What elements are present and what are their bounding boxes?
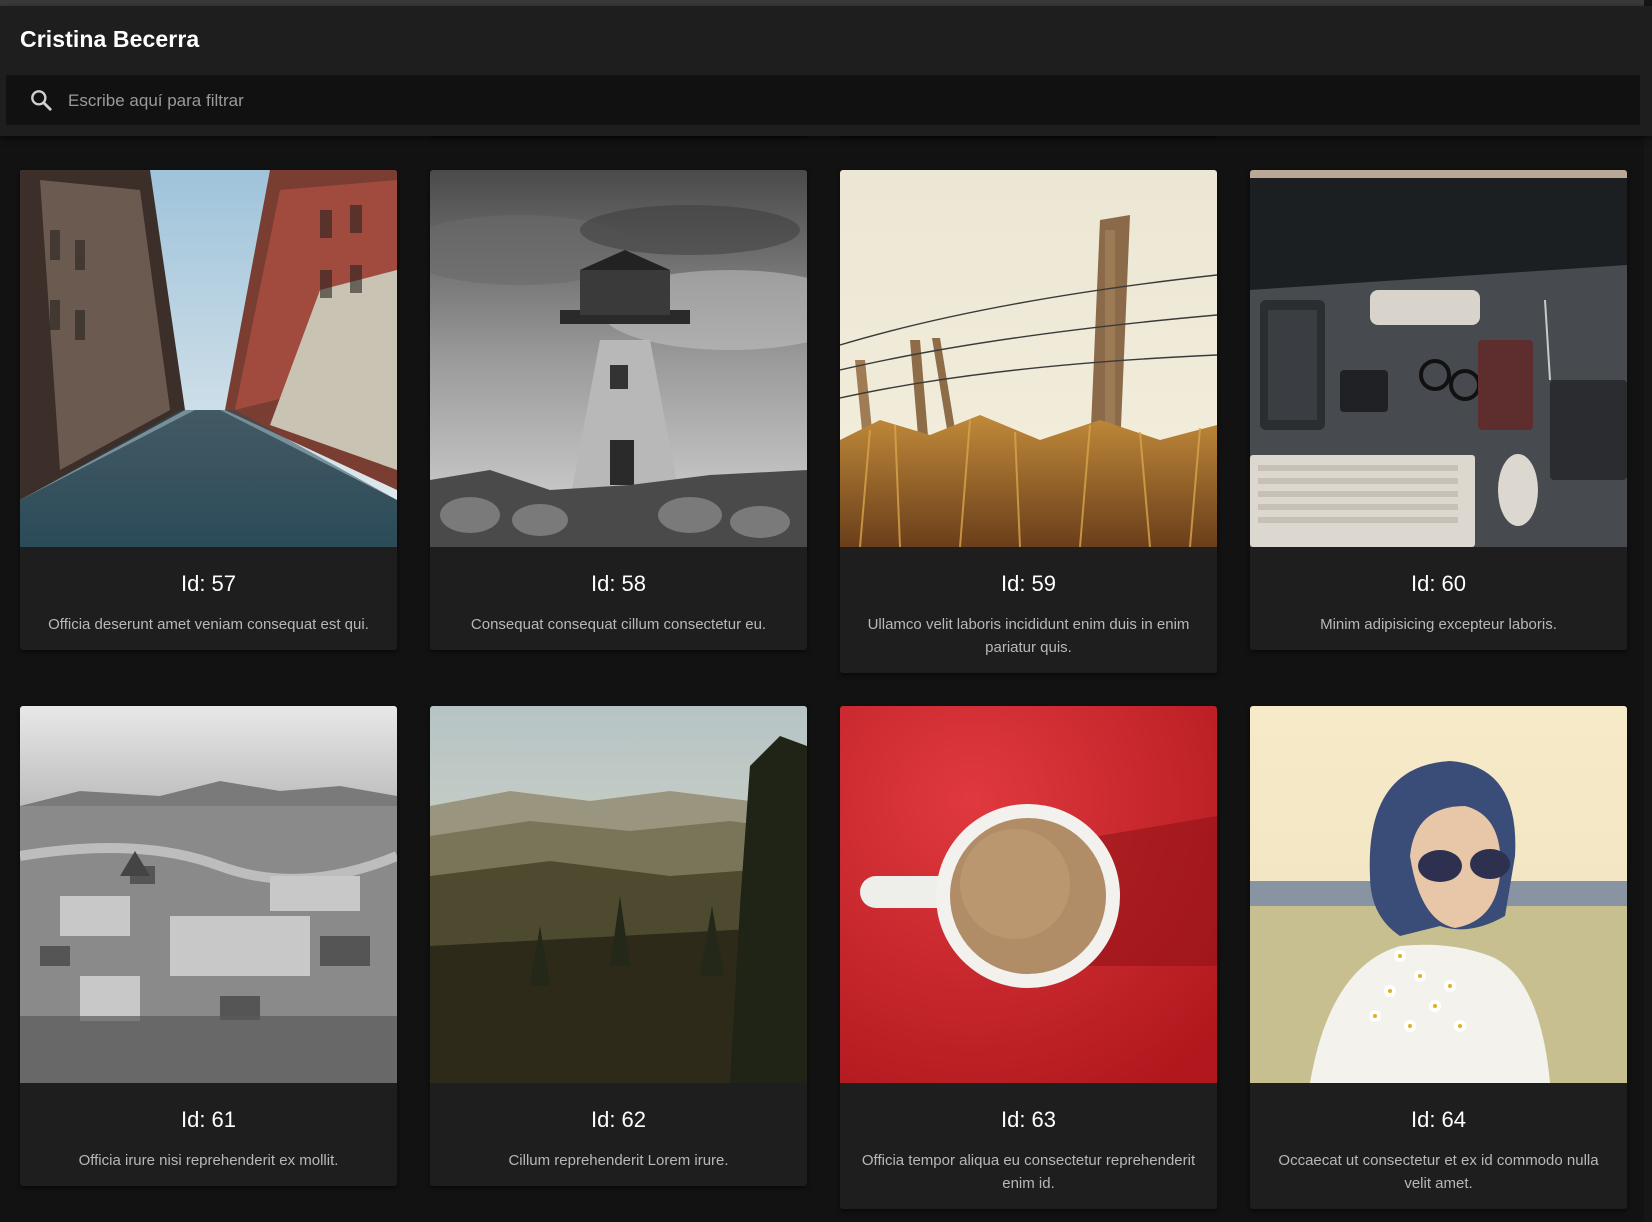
city-street-photo [20,170,397,547]
search-bar[interactable] [6,75,1640,127]
coffee-cup-photo [840,706,1217,1083]
card-id: Id: 61 [180,1107,237,1132]
card-id: Id: 63 [1000,1107,1057,1132]
woman-flowers-photo [1250,706,1627,1083]
search-icon [31,90,52,111]
card-id: Id: 62 [590,1107,647,1132]
photo-card[interactable]: Id: 59 Ullamco velit laboris incididunt … [840,170,1217,673]
card-description: Officia irure nisi reprehenderit ex moll… [78,1152,339,1169]
card-description: Occaecat ut consectetur et ex id commodo… [1278,1152,1599,1192]
card-description: Consequat consequat cillum consectetur e… [470,616,767,633]
card-description: Cillum reprehenderit Lorem irure. [508,1152,729,1169]
search-input[interactable] [66,75,1610,127]
scrollbar[interactable] [1644,0,1652,1222]
card-id: Id: 59 [1000,571,1057,596]
city-aerial-photo [20,706,397,1083]
card-id: Id: 64 [1410,1107,1467,1132]
card-description: Ullamco velit laboris incididunt enim du… [867,616,1190,656]
photo-card[interactable]: Id: 64 Occaecat ut consectetur et ex id … [1250,706,1627,1209]
photo-card[interactable]: Id: 58 Consequat consequat cillum consec… [430,170,807,650]
photo-card[interactable]: Id: 61 Officia irure nisi reprehenderit … [20,706,397,1186]
card-id: Id: 60 [1410,571,1467,596]
hills-landscape-photo [430,706,807,1083]
fence-post-photo [840,170,1217,547]
card-description: Minim adipisicing excepteur laboris. [1320,616,1557,633]
lighthouse-photo [430,170,807,547]
photo-card[interactable]: Id: 63 Officia tempor aliqua eu consecte… [840,706,1217,1209]
card-id: Id: 57 [180,571,237,596]
photo-card[interactable]: Id: 57 Officia deserunt amet veniam cons… [20,170,397,650]
page-title: Cristina Becerra [20,26,200,52]
photo-card[interactable]: Id: 62 Cillum reprehenderit Lorem irure. [430,706,807,1186]
app-header: Cristina Becerra [0,6,1652,136]
card-description: Officia deserunt amet veniam consequat e… [48,616,369,633]
card-id: Id: 58 [590,571,647,596]
card-description: Officia tempor aliqua eu consectetur rep… [861,1152,1196,1192]
desk-workspace-photo [1250,170,1627,547]
photo-card[interactable]: Id: 60 Minim adipisicing excepteur labor… [1250,170,1627,650]
